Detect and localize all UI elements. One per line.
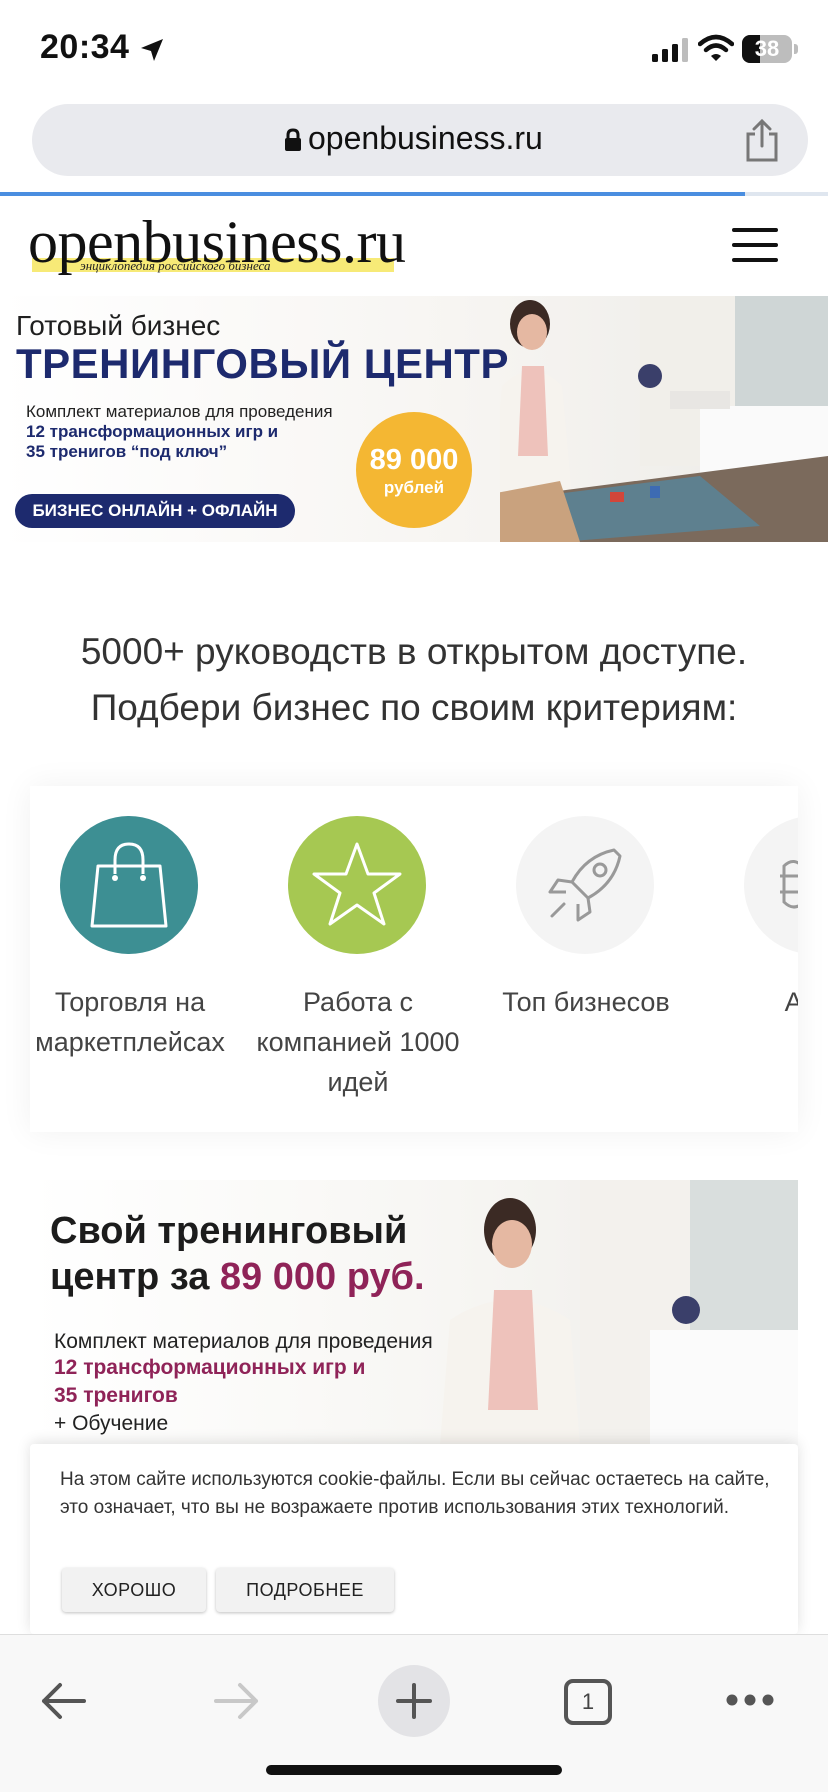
status-bar: 20:34 38: [0, 0, 828, 96]
banner-photo: [500, 296, 828, 542]
category-icon-circle: [516, 816, 654, 954]
banner-line: 35 тренигов “под ключ”: [26, 442, 228, 461]
category-label[interactable]: Топ бизнесов: [476, 982, 696, 1022]
cookie-details-button[interactable]: ПОДРОБНЕЕ: [216, 1568, 394, 1612]
cookie-text: На этом сайте используются cookie-файлы.…: [60, 1469, 770, 1518]
promo-title-prefix: центр за: [50, 1256, 220, 1298]
category-label[interactable]: Торговля на маркетплейсах: [30, 982, 240, 1062]
menu-icon[interactable]: [732, 228, 778, 262]
price-value: 89 000: [369, 444, 459, 476]
browser-toolbar: 1: [0, 1634, 828, 1792]
promo-line: Комплект материалов для проведения: [54, 1330, 433, 1353]
category-label[interactable]: Авто: [704, 982, 798, 1022]
price-badge: 89 000 рублей: [356, 412, 472, 528]
back-arrow-icon[interactable]: [38, 1679, 88, 1723]
cellular-signal-icon: [652, 38, 688, 62]
headline-line: Подбери бизнес по своим критериям:: [90, 687, 738, 728]
catalog-headline: 5000+ руководств в открытом доступе. Под…: [0, 624, 828, 736]
home-indicator: [266, 1765, 562, 1775]
category-icon-circle: [60, 816, 198, 954]
url-text[interactable]: openbusiness.ru: [308, 120, 543, 157]
banner-line: Комплект материалов для проведения: [26, 402, 333, 421]
site-tagline: энциклопедия российского бизнеса: [80, 258, 271, 273]
new-tab-button[interactable]: [378, 1665, 450, 1737]
tabs-counter-button[interactable]: 1: [564, 1679, 612, 1725]
banner-subtitle: Готовый бизнес: [16, 310, 221, 341]
category-icon-circle: [744, 816, 798, 954]
banner-title: ТРЕНИНГОВЫЙ ЦЕНТР: [16, 340, 509, 387]
promo-title-line: центр за 89 000 руб.: [50, 1254, 425, 1300]
star-icon: [312, 842, 402, 926]
training-center-banner[interactable]: Готовый бизнес ТРЕНИНГОВЫЙ ЦЕНТР Комплек…: [0, 296, 828, 542]
wifi-icon: [698, 34, 734, 61]
car-icon: [780, 860, 798, 909]
site-header: openbusiness.ru энциклопедия российского…: [0, 196, 828, 296]
banner-pill: БИЗНЕС ОНЛАЙН + ОФЛАЙН: [15, 494, 295, 528]
share-icon[interactable]: [742, 118, 782, 162]
banner-line: 12 трансформационных игр и: [26, 422, 279, 441]
rocket-icon: [548, 848, 622, 922]
promo-price: 89 000 руб.: [219, 1256, 425, 1298]
promo-photo: [440, 1180, 798, 1445]
training-center-promo[interactable]: Свой тренинговый центр за 89 000 руб. Ко…: [30, 1180, 798, 1445]
location-arrow-icon: [141, 39, 163, 61]
shopping-bag-icon: [90, 842, 168, 928]
promo-title-line: Свой тренинговый: [50, 1210, 408, 1252]
lock-icon: [285, 128, 301, 151]
address-bar[interactable]: openbusiness.ru: [32, 104, 808, 176]
plus-icon: [396, 1683, 432, 1719]
category-carousel[interactable]: Торговля на маркетплейсах Работа с компа…: [30, 786, 798, 1132]
more-menu-icon[interactable]: [726, 1693, 774, 1707]
cookie-consent-banner: На этом сайте используются cookie-файлы.…: [30, 1444, 798, 1634]
battery-indicator: 38: [742, 35, 792, 63]
category-icon-circle: [288, 816, 426, 954]
promo-line: + Обучение: [54, 1412, 169, 1435]
promo-line: 12 трансформационных игр и: [54, 1356, 366, 1379]
headline-line: 5000+ руководств в открытом доступе.: [80, 631, 748, 672]
promo-title: Свой тренинговый центр за 89 000 руб.: [50, 1208, 425, 1300]
battery-tip: [794, 44, 798, 54]
battery-level: 38: [754, 36, 780, 61]
category-label[interactable]: Работа с компанией 1000 идей: [248, 982, 468, 1102]
forward-arrow-icon[interactable]: [212, 1679, 262, 1723]
promo-line: 35 тренигов: [54, 1384, 178, 1407]
price-unit: рублей: [383, 478, 445, 497]
status-time: 20:34: [40, 28, 130, 66]
cookie-accept-button[interactable]: ХОРОШО: [62, 1568, 206, 1612]
